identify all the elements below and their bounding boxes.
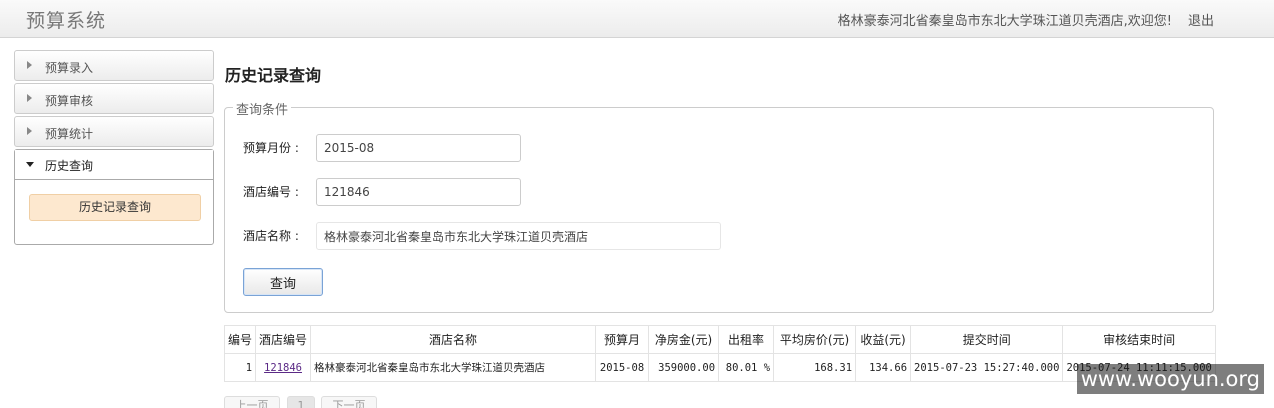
- sidebar-subitem-history-records[interactable]: 历史记录查询: [29, 194, 201, 221]
- sidebar-item-label: 历史查询: [45, 159, 94, 173]
- query-conditions-panel: 查询条件 预算月份 : 酒店编号 : 酒店名称 : 查询: [224, 99, 1214, 313]
- caret-down-icon: [26, 162, 34, 167]
- budget-month-input[interactable]: [316, 134, 521, 162]
- top-header: 预算系统 格林豪泰河北省秦皇岛市东北大学珠江道贝壳酒店,欢迎您! 退出: [0, 0, 1274, 38]
- column-header: 收益(元): [855, 325, 912, 354]
- current-page-indicator[interactable]: 1: [287, 396, 315, 408]
- sidebar-item-label: 预算录入: [45, 61, 94, 75]
- hotel-name-input[interactable]: [316, 222, 721, 250]
- cell-occupancy-rate: 80.01 %: [718, 353, 775, 382]
- column-header: 审核结束时间: [1062, 325, 1216, 354]
- cell-budget-month: 2015-08: [595, 353, 650, 382]
- caret-right-icon: [27, 61, 32, 69]
- app-title: 预算系统: [26, 10, 107, 32]
- hotel-id-label: 酒店编号 :: [243, 185, 299, 199]
- cell-hotel-name: 格林豪泰河北省秦皇岛市东北大学珠江道贝壳酒店: [310, 353, 597, 382]
- cell-index: 1: [223, 353, 257, 382]
- column-header: 净房金(元): [648, 325, 720, 354]
- hotel-name-label: 酒店名称 :: [243, 229, 299, 243]
- column-header: 提交时间: [910, 325, 1064, 354]
- cell-average-rate: 168.31: [773, 353, 857, 382]
- next-page-button[interactable]: 下一页: [321, 396, 377, 408]
- cell-hotel-id: 121846: [255, 353, 312, 382]
- sidebar-item-history-query[interactable]: 历史查询: [15, 150, 213, 180]
- logout-link[interactable]: 退出: [1188, 10, 1214, 29]
- column-header: 编号: [223, 325, 257, 354]
- welcome-message: 格林豪泰河北省秦皇岛市东北大学珠江道贝壳酒店,欢迎您!: [837, 14, 1172, 29]
- sidebar-item-label: 预算审核: [45, 94, 94, 108]
- cell-net-room-revenue: 359000.00: [648, 353, 720, 382]
- cell-submit-time: 2015-07-23 15:27:40.000: [910, 353, 1064, 382]
- query-conditions-legend: 查询条件: [233, 99, 292, 118]
- caret-right-icon: [27, 94, 32, 102]
- query-button[interactable]: 查询: [243, 268, 323, 296]
- watermark: www.wooyun.org: [1076, 364, 1264, 394]
- results-table: 编号 酒店编号 酒店名称 预算月 净房金(元) 出租率 平均房价(元) 收益(元…: [223, 325, 1216, 382]
- prev-page-button[interactable]: 上一页: [224, 396, 280, 408]
- column-header: 出租率: [718, 325, 775, 354]
- sidebar: 预算录入 预算审核 预算统计 历史查询 历史记录查询: [14, 50, 214, 245]
- sidebar-item-budget-entry[interactable]: 预算录入: [14, 50, 214, 81]
- hotel-id-link[interactable]: 121846: [264, 362, 302, 374]
- column-header: 平均房价(元): [773, 325, 857, 354]
- table-header-row: 编号 酒店编号 酒店名称 预算月 净房金(元) 出租率 平均房价(元) 收益(元…: [223, 325, 1216, 354]
- column-header: 酒店编号: [255, 325, 312, 354]
- cell-revpar: 134.66: [855, 353, 912, 382]
- sidebar-section-history: 历史查询 历史记录查询: [14, 149, 214, 245]
- column-header: 酒店名称: [310, 325, 597, 354]
- hotel-id-input[interactable]: [316, 178, 521, 206]
- sidebar-item-budget-stats[interactable]: 预算统计: [14, 116, 214, 147]
- table-row: 1 121846 格林豪泰河北省秦皇岛市东北大学珠江道贝壳酒店 2015-08 …: [223, 353, 1216, 382]
- column-header: 预算月: [595, 325, 650, 354]
- budget-month-label: 预算月份 :: [243, 141, 299, 155]
- sidebar-item-budget-review[interactable]: 预算审核: [14, 83, 214, 114]
- caret-right-icon: [27, 127, 32, 135]
- page-title: 历史记录查询: [225, 66, 322, 85]
- sidebar-item-label: 预算统计: [45, 127, 94, 141]
